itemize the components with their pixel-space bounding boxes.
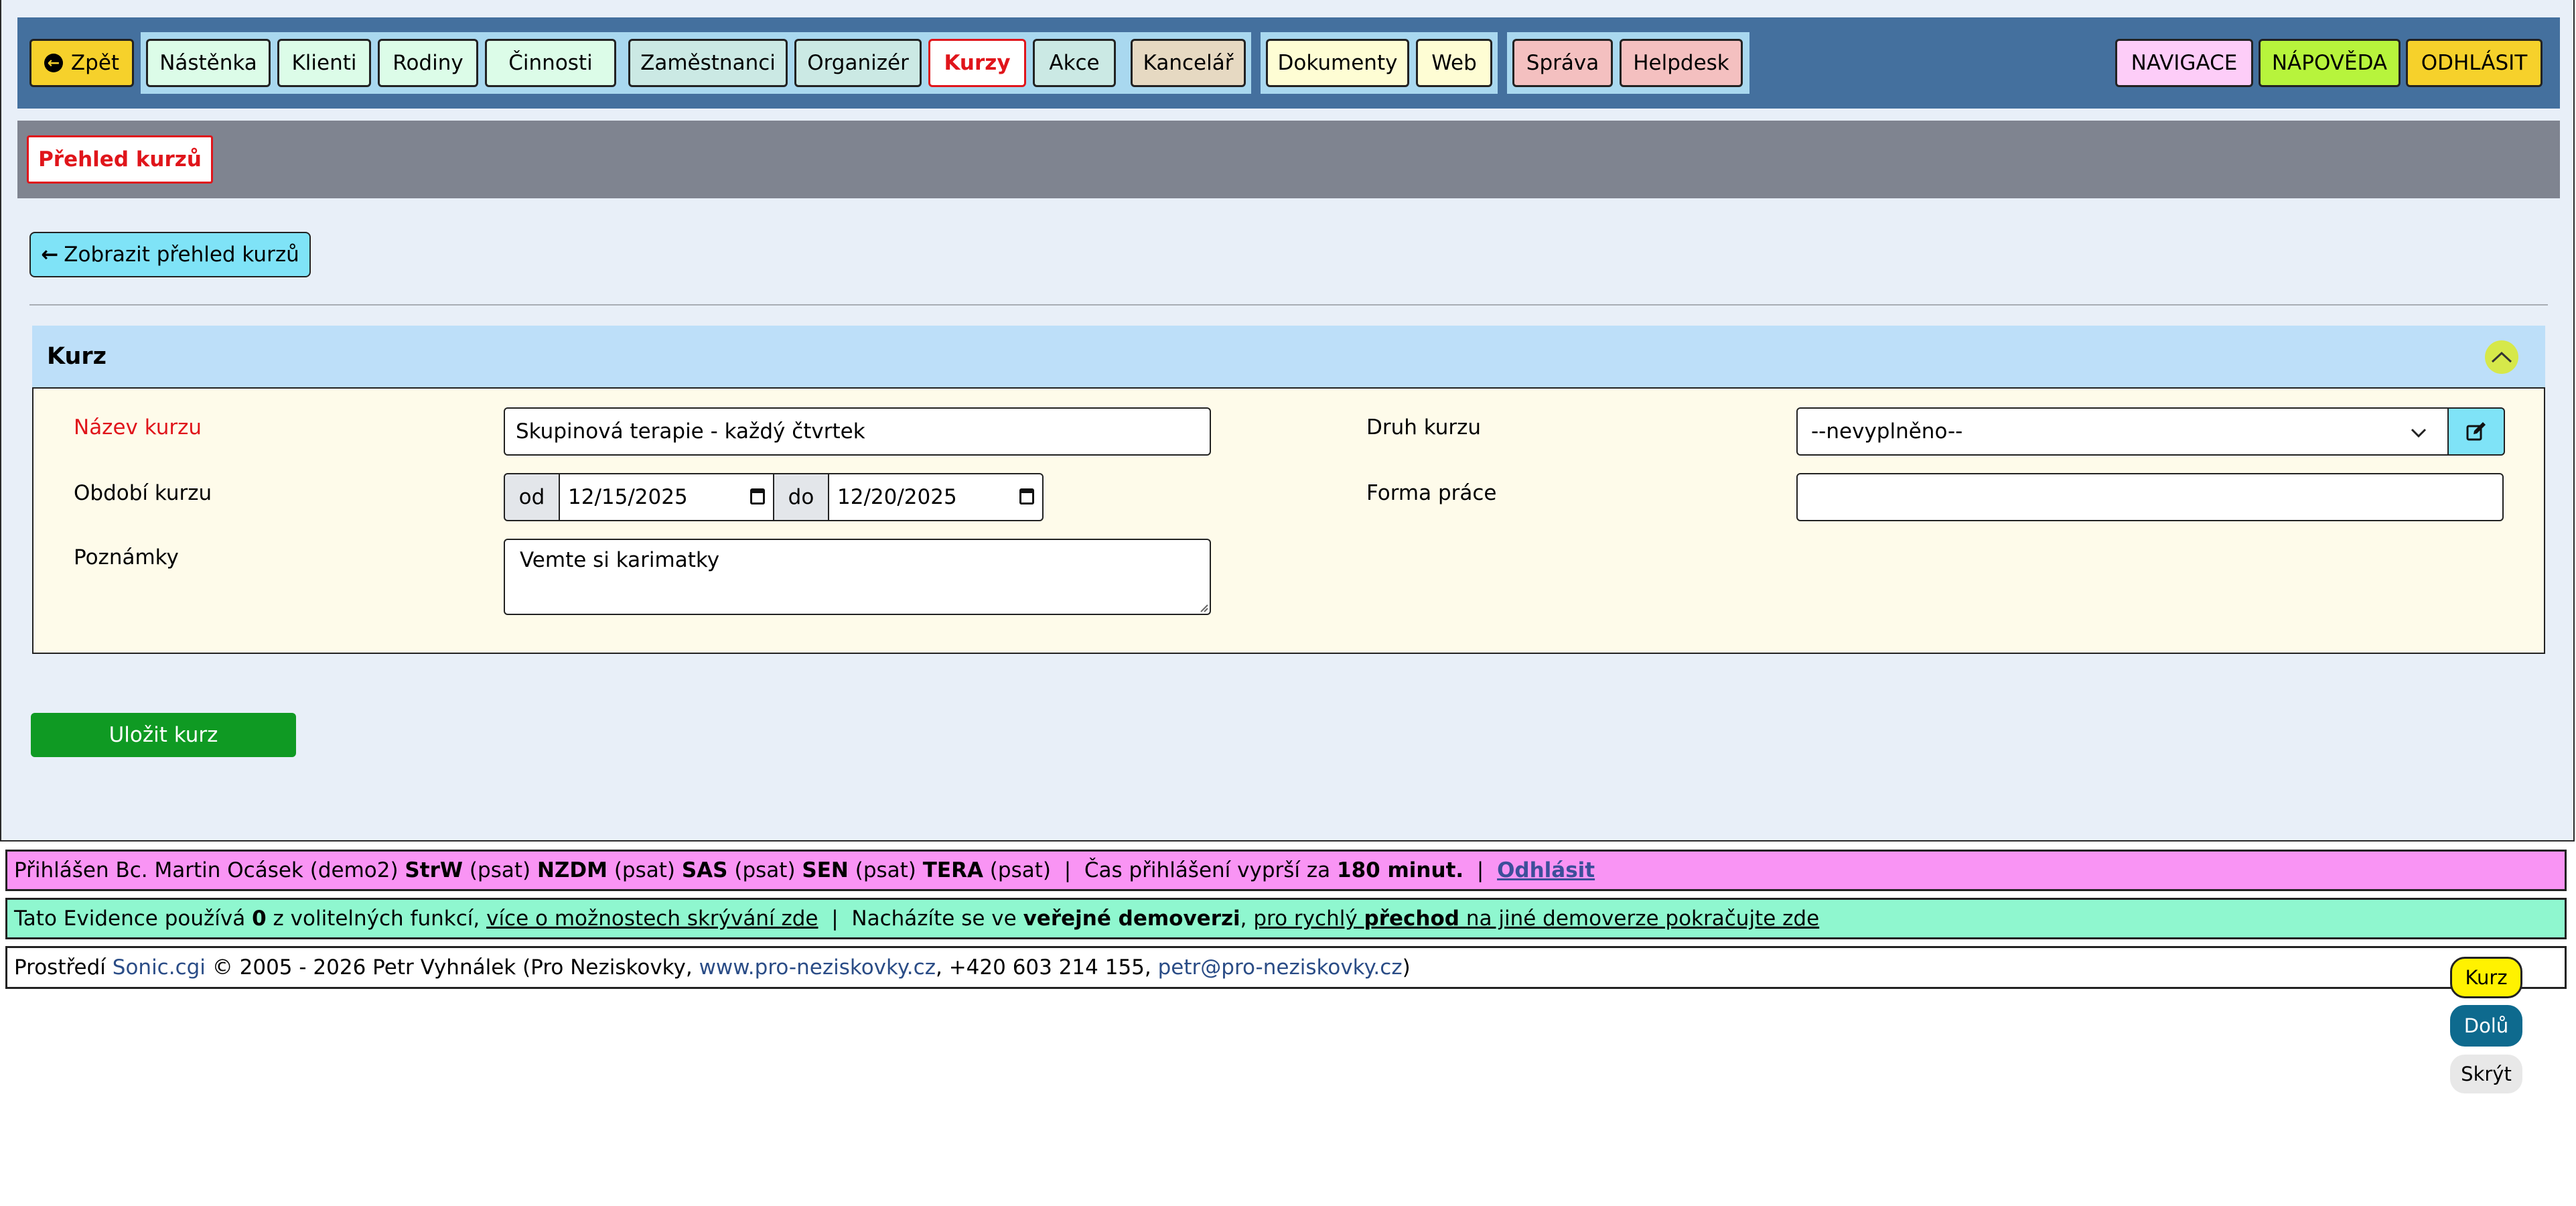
save-course-button[interactable]: Uložit kurz [31, 713, 296, 757]
title-bar: Přehled kurzů [17, 121, 2560, 198]
nav-cinnosti[interactable]: Činnosti [485, 39, 616, 87]
calendar-icon[interactable] [750, 488, 765, 505]
notes-label: Poznámky [74, 545, 179, 570]
email-link[interactable]: petr@pro-neziskovky.cz [1158, 955, 1403, 980]
period-from-addon: od [504, 473, 560, 521]
course-form: Název kurzu Skupinová terapie - každý čt… [32, 387, 2545, 654]
scroll-down-button[interactable]: Dolů [2450, 1005, 2522, 1047]
sonic-link[interactable]: Sonic.cgi [113, 955, 206, 980]
work-form-input[interactable] [1796, 473, 2504, 521]
collapse-button[interactable] [2485, 340, 2518, 374]
main-frame: ← Zpět Nástěnka Klienti Rodiny Činnosti Z… [0, 0, 2575, 842]
nav-web[interactable]: Web [1416, 39, 1492, 87]
divider [29, 304, 2548, 306]
hiding-options-link[interactable]: více o možnostech skrývání zde [486, 907, 818, 931]
notes-textarea[interactable]: Vemte si karimatky [504, 539, 1211, 615]
website-link[interactable]: www.pro-neziskovky.cz [699, 955, 936, 980]
period-to-addon: do [773, 473, 829, 521]
back-button[interactable]: ← Zpět [29, 39, 134, 87]
nav-akce[interactable]: Akce [1033, 39, 1116, 87]
nav-organizer[interactable]: Organizér [794, 39, 922, 87]
top-navigation: ← Zpět Nástěnka Klienti Rodiny Činnosti Z… [17, 17, 2560, 109]
period-to-date[interactable]: 12/20/2025 [828, 473, 1044, 521]
course-overview-title-button[interactable]: Přehled kurzů [27, 135, 213, 184]
period-from-date[interactable]: 12/15/2025 [559, 473, 774, 521]
hide-button[interactable]: Skrýt [2450, 1055, 2522, 1093]
login-info-bar: Přihlášen Bc. Martin Ocásek (demo2) StrW… [5, 850, 2567, 891]
nav-rodiny[interactable]: Rodiny [378, 39, 478, 87]
course-type-select[interactable]: --nevyplněno-- [1796, 407, 2449, 456]
nav-sprava[interactable]: Správa [1512, 39, 1613, 87]
course-period-label: Období kurzu [74, 481, 212, 505]
work-form-label: Forma práce [1366, 481, 1497, 505]
evidence-info-bar: Tato Evidence používá 0 z volitelných fu… [5, 898, 2567, 939]
nav-helpdesk[interactable]: Helpdesk [1620, 39, 1743, 87]
resize-handle-icon[interactable] [1199, 603, 1208, 612]
navigation-button[interactable]: NAVIGACE [2115, 39, 2253, 87]
course-panel-header: Kurz [32, 326, 2545, 387]
footer-logout-link[interactable]: Odhlásit [1497, 858, 1595, 882]
calendar-icon[interactable] [1019, 488, 1034, 505]
nav-zamestnanci[interactable]: Zaměstnanci [628, 39, 788, 87]
chevron-down-icon [2411, 428, 2427, 438]
course-type-label: Druh kurzu [1366, 415, 1482, 440]
copyright-bar: Prostředí Sonic.cgi © 2005 - 2026 Petr V… [5, 946, 2567, 989]
jump-to-course-button[interactable]: Kurz [2450, 957, 2522, 998]
nav-kancelar[interactable]: Kancelář [1131, 39, 1246, 87]
chevron-up-icon [2491, 351, 2512, 363]
nav-kurzy[interactable]: Kurzy [928, 39, 1026, 87]
help-button[interactable]: NÁPOVĚDA [2259, 39, 2401, 87]
arrow-left-circle-icon: ← [44, 54, 63, 72]
nav-klienti[interactable]: Klienti [277, 39, 371, 87]
show-course-overview-button[interactable]: ← Zobrazit přehled kurzů [29, 232, 311, 277]
logout-button[interactable]: ODHLÁSIT [2406, 39, 2543, 87]
course-name-label: Název kurzu [74, 415, 202, 440]
course-panel-title: Kurz [47, 343, 107, 370]
arrow-left-icon: ← [41, 243, 59, 267]
course-name-input[interactable]: Skupinová terapie - každý čtvrtek [504, 407, 1211, 456]
edit-icon [2466, 422, 2486, 441]
other-demo-link[interactable]: pro rychlý přechod na jiné demoverze pok… [1253, 907, 1819, 931]
nav-dokumenty[interactable]: Dokumenty [1266, 39, 1409, 87]
edit-course-type-button[interactable] [2447, 407, 2505, 456]
nav-nastenka[interactable]: Nástěnka [146, 39, 271, 87]
